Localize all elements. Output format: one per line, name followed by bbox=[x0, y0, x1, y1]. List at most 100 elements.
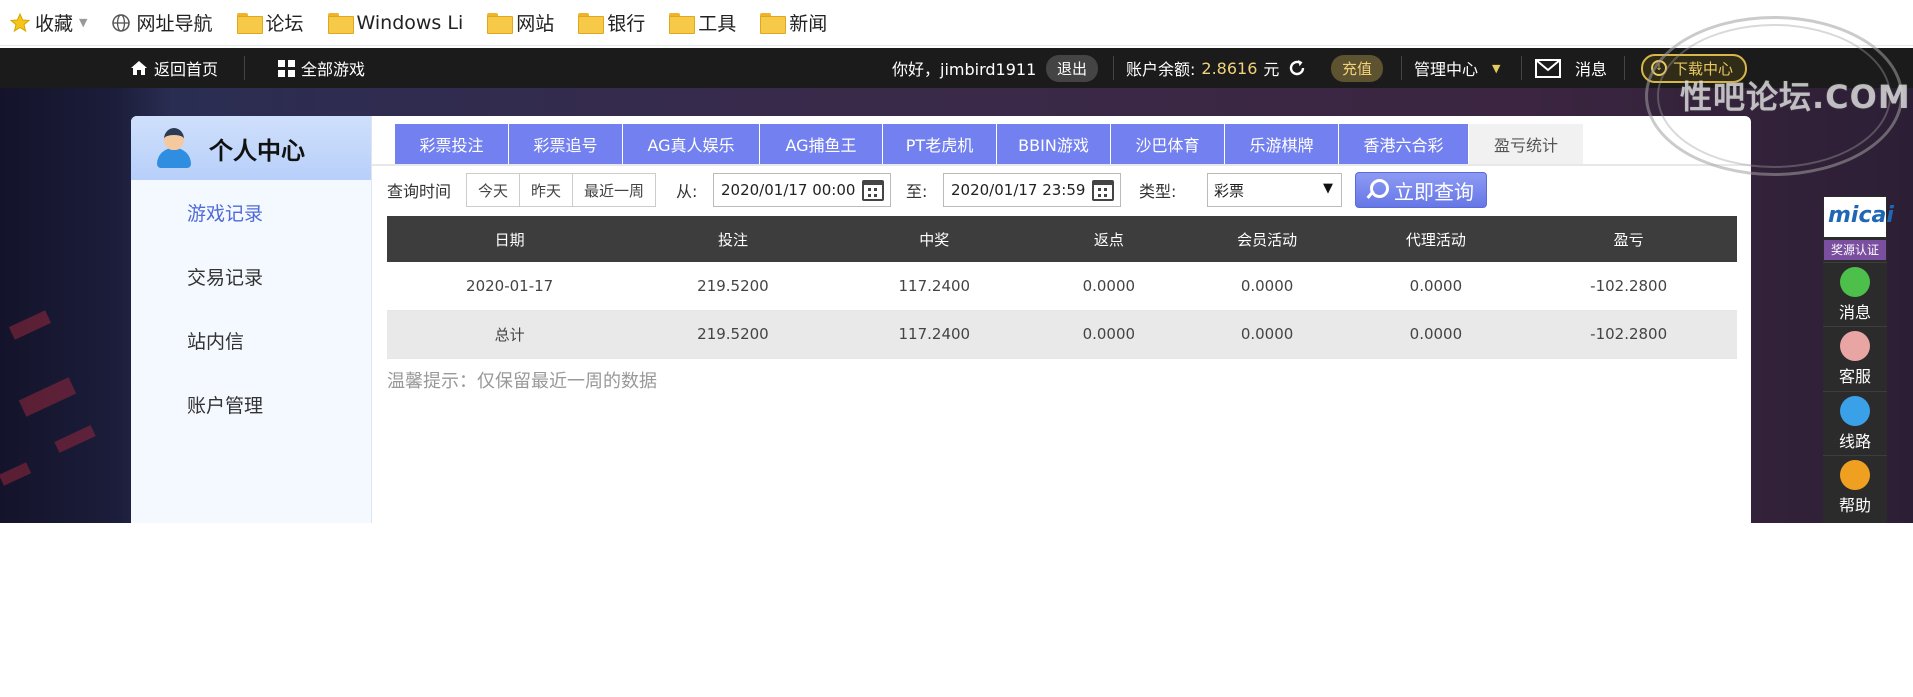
folder-icon bbox=[578, 13, 605, 34]
bookmark-favorites[interactable]: 收藏 ▼ bbox=[10, 0, 87, 46]
from-date-input[interactable]: 2020/01/17 00:00 bbox=[713, 173, 891, 207]
currency-label: 元 bbox=[1263, 60, 1280, 79]
float-messages-button[interactable]: 消息 bbox=[1823, 262, 1887, 324]
home-label: 返回首页 bbox=[154, 60, 219, 79]
table-cell: 0.0000 bbox=[1182, 310, 1352, 359]
chevron-down-icon: ▼ bbox=[1323, 181, 1333, 196]
sidebar-item-transaction-records[interactable]: 交易记录 bbox=[131, 244, 371, 308]
sidebar-item-account[interactable]: 账户管理 bbox=[131, 372, 371, 436]
manage-center-label: 管理中心 bbox=[1414, 60, 1479, 79]
table-cell: 117.2400 bbox=[833, 310, 1035, 359]
greeting-text: 你好，jimbird1911 bbox=[892, 60, 1037, 79]
yesterday-button[interactable]: 昨天 bbox=[520, 174, 574, 206]
bookmark-label: 网站 bbox=[516, 13, 555, 35]
bookmark-nav[interactable]: 网址导航 bbox=[111, 0, 213, 46]
tab-profit-stats[interactable]: 盈亏统计 bbox=[1469, 124, 1583, 164]
tab-bbin[interactable]: BBIN游戏 bbox=[997, 124, 1111, 164]
column-header-rebate: 返点 bbox=[1034, 216, 1183, 262]
divider bbox=[1624, 56, 1625, 80]
bookmark-forum[interactable]: 论坛 bbox=[236, 0, 304, 46]
sidebar: 个人中心 游戏记录 交易记录 站内信 账户管理 bbox=[131, 116, 372, 523]
tab-hk-mark-six[interactable]: 香港六合彩 bbox=[1339, 124, 1469, 164]
column-header-agent-activity: 代理活动 bbox=[1351, 216, 1521, 262]
type-label: 类型: bbox=[1139, 182, 1177, 201]
bookmark-label: 新闻 bbox=[789, 13, 828, 35]
bookmark-windows[interactable]: Windows Li bbox=[327, 0, 464, 46]
tab-lottery-chase[interactable]: 彩票追号 bbox=[509, 124, 623, 164]
star-icon bbox=[10, 12, 30, 33]
sidebar-item-game-records[interactable]: 游戏记录 bbox=[131, 180, 371, 244]
user-avatar-icon bbox=[155, 128, 193, 168]
table-cell: 2020-01-17 bbox=[387, 262, 633, 311]
tab-ag-live[interactable]: AG真人娱乐 bbox=[623, 124, 760, 164]
page: 收藏 ▼ 网址导航 论坛 Windows Li 网站 银行 工具 新闻 返回首页… bbox=[0, 0, 1913, 697]
globe-icon bbox=[111, 13, 131, 33]
data-retention-tip: 温馨提示：仅保留最近一周的数据 bbox=[387, 371, 657, 392]
grid-icon bbox=[278, 59, 295, 77]
record-tabs: 彩票投注 彩票追号 AG真人娱乐 AG捕鱼王 PT老虎机 BBIN游戏 沙巴体育… bbox=[395, 124, 1583, 164]
sidebar-item-inbox[interactable]: 站内信 bbox=[131, 308, 371, 372]
float-lines-button[interactable]: 线路 bbox=[1823, 391, 1887, 453]
all-games-link[interactable]: 全部游戏 bbox=[278, 48, 365, 88]
folder-icon bbox=[327, 13, 354, 34]
query-time-label: 查询时间 bbox=[387, 182, 452, 201]
bookmark-sites[interactable]: 网站 bbox=[487, 0, 554, 46]
recharge-button[interactable]: 充值 bbox=[1331, 54, 1384, 82]
divider bbox=[244, 56, 245, 80]
tab-saba-sports[interactable]: 沙巴体育 bbox=[1111, 124, 1225, 164]
tab-pt-slots[interactable]: PT老虎机 bbox=[883, 124, 997, 164]
chevron-down-icon: ▼ bbox=[1492, 61, 1501, 75]
main-panel: 个人中心 游戏记录 交易记录 站内信 账户管理 彩票投注 彩票追号 AG真人娱乐… bbox=[131, 116, 1751, 523]
bookmark-news[interactable]: 新闻 bbox=[760, 0, 827, 46]
bookmarks-bar: 收藏 ▼ 网址导航 论坛 Windows Li 网站 银行 工具 新闻 bbox=[0, 0, 1913, 46]
bookmark-label: Windows Li bbox=[356, 11, 464, 34]
bookmark-label: 网址导航 bbox=[136, 13, 213, 35]
tab-underline bbox=[372, 164, 1751, 166]
calendar-icon[interactable] bbox=[1092, 180, 1114, 201]
quick-range-group: 今天 昨天 最近一周 bbox=[466, 173, 657, 207]
home-icon bbox=[131, 61, 147, 75]
messages-link[interactable]: 消息 bbox=[1535, 48, 1607, 88]
logout-button[interactable]: 退出 bbox=[1046, 54, 1099, 82]
table-cell: 117.2400 bbox=[833, 262, 1035, 311]
float-support-button[interactable]: 客服 bbox=[1823, 326, 1887, 388]
watermark-text: 性吧论坛.COM bbox=[1680, 78, 1911, 116]
float-item-label: 消息 bbox=[1838, 303, 1871, 322]
site-header: 返回首页 全部游戏 你好，jimbird1911 退出 账户余额: 2.8616… bbox=[0, 48, 1913, 88]
home-link[interactable]: 返回首页 bbox=[130, 48, 218, 88]
query-button[interactable]: 立即查询 bbox=[1355, 172, 1487, 208]
bookmark-tools[interactable]: 工具 bbox=[669, 0, 736, 46]
balance-label: 账户余额: bbox=[1126, 60, 1196, 79]
tab-ag-fishing[interactable]: AG捕鱼王 bbox=[760, 124, 883, 164]
type-select[interactable]: 彩票 ▼ bbox=[1207, 173, 1342, 207]
to-date-input[interactable]: 2020/01/17 23:59 bbox=[943, 173, 1121, 207]
from-date-value: 2020/01/17 00:00 bbox=[721, 181, 856, 199]
float-item-label: 帮助 bbox=[1838, 496, 1871, 515]
bookmark-bank[interactable]: 银行 bbox=[578, 0, 645, 46]
certification-badge: 奖源认证 bbox=[1824, 240, 1886, 260]
float-item-label: 客服 bbox=[1838, 367, 1871, 386]
bookmark-label: 工具 bbox=[698, 13, 737, 35]
manage-center-menu[interactable]: 管理中心 ▼ bbox=[1414, 48, 1500, 88]
messages-label: 消息 bbox=[1575, 60, 1608, 79]
refresh-icon[interactable] bbox=[1287, 58, 1307, 78]
table-cell: -102.2800 bbox=[1520, 262, 1737, 311]
float-item-label: 线路 bbox=[1838, 432, 1871, 451]
today-button[interactable]: 今天 bbox=[467, 174, 521, 206]
chevron-down-icon: ▼ bbox=[79, 16, 88, 29]
tab-leyou-chess[interactable]: 乐游棋牌 bbox=[1225, 124, 1339, 164]
table-total-row: 总计 219.5200 117.2400 0.0000 0.0000 0.000… bbox=[387, 310, 1737, 359]
micai-logo[interactable]: micai bbox=[1824, 197, 1894, 237]
table-cell: 219.5200 bbox=[632, 310, 834, 359]
divider bbox=[1113, 56, 1114, 80]
last-week-button[interactable]: 最近一周 bbox=[573, 174, 656, 206]
tab-lottery-bet[interactable]: 彩票投注 bbox=[395, 124, 509, 164]
chat-icon bbox=[1840, 267, 1870, 297]
table-cell: 0.0000 bbox=[1351, 310, 1521, 359]
calendar-icon[interactable] bbox=[862, 180, 884, 201]
balance-area: 账户余额: 2.8616 元 bbox=[1126, 48, 1307, 88]
agent-icon bbox=[1840, 331, 1870, 361]
table-row: 2020-01-17 219.5200 117.2400 0.0000 0.00… bbox=[387, 262, 1737, 311]
table-header-row: 日期 投注 中奖 返点 会员活动 代理活动 盈亏 bbox=[387, 216, 1737, 262]
float-help-button[interactable]: 帮助 bbox=[1823, 455, 1887, 517]
